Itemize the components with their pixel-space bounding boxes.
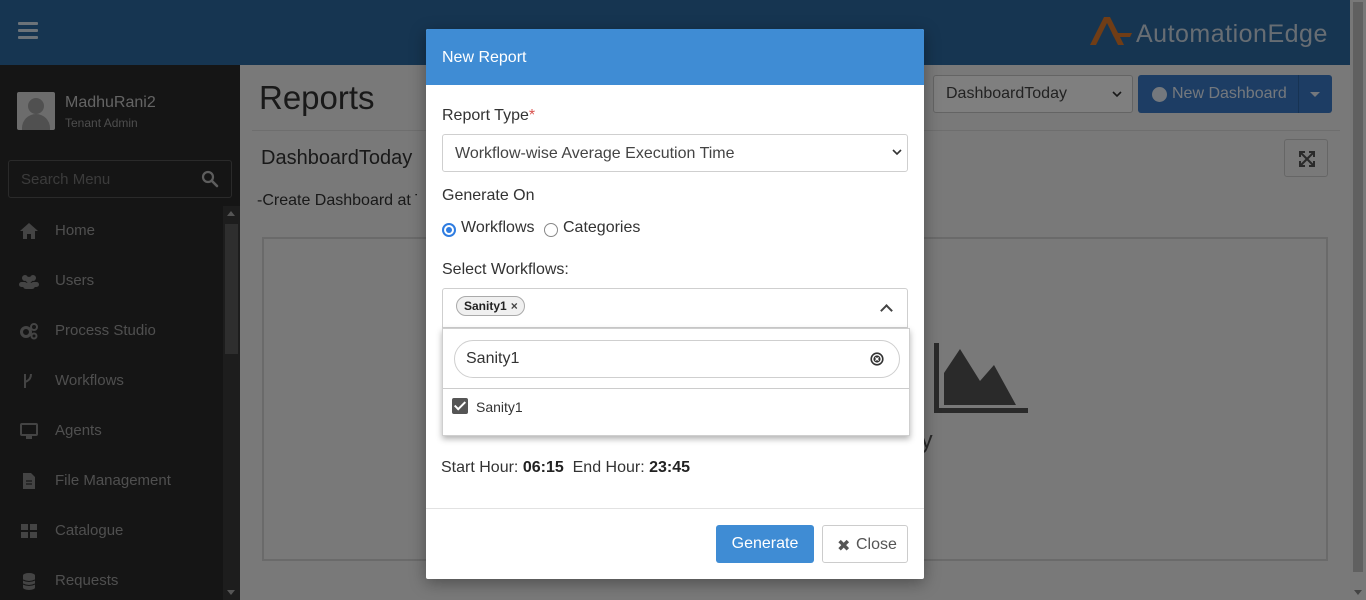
radio-workflows-label[interactable]: Workflows: [461, 219, 535, 237]
option-label: Sanity1: [476, 399, 523, 415]
radio-categories-label[interactable]: Categories: [563, 219, 640, 237]
chip-label: Sanity1: [464, 299, 507, 313]
report-type-value: Workflow-wise Average Execution Time: [455, 145, 735, 162]
modal-header: New Report: [426, 29, 924, 85]
report-type-select[interactable]: Workflow-wise Average Execution Time: [442, 134, 908, 172]
hours-summary: Start Hour: 06:15 End Hour: 23:45: [441, 459, 690, 477]
selected-workflow-chip: Sanity1 ×: [456, 296, 525, 316]
radio-workflows[interactable]: [442, 223, 456, 237]
close-button[interactable]: ✖ Close: [822, 525, 908, 563]
report-type-label: Report Type*: [442, 107, 536, 124]
chip-remove-icon[interactable]: ×: [511, 299, 518, 313]
clear-search-icon[interactable]: [870, 352, 884, 366]
modal-title: New Report: [442, 49, 527, 66]
chevron-down-icon: [892, 149, 902, 156]
start-hour-value: 06:15: [522, 459, 564, 476]
generate-button[interactable]: Generate: [716, 525, 814, 563]
chevron-up-icon[interactable]: [880, 304, 893, 317]
workflow-multiselect[interactable]: Sanity1 ×: [442, 288, 908, 328]
end-hour-label: End Hour:: [572, 459, 645, 476]
workflow-dropdown: Sanity1: [442, 328, 910, 436]
workflow-option[interactable]: Sanity1: [443, 389, 909, 425]
radio-categories[interactable]: [544, 223, 558, 237]
option-checkbox[interactable]: [452, 398, 468, 414]
end-hour-value: 23:45: [649, 459, 691, 476]
modal-footer-divider: [426, 508, 924, 509]
start-hour-label: Start Hour:: [441, 459, 519, 476]
close-button-label: Close: [856, 536, 897, 553]
new-report-modal: New Report Report Type* Workflow-wise Av…: [426, 29, 924, 579]
workflow-search-input[interactable]: [455, 341, 855, 377]
close-icon: ✖: [837, 538, 851, 555]
required-asterisk: *: [528, 107, 536, 124]
select-workflows-label: Select Workflows:: [442, 261, 569, 278]
workflow-search: [454, 340, 900, 378]
generate-on-label: Generate On: [442, 187, 535, 204]
